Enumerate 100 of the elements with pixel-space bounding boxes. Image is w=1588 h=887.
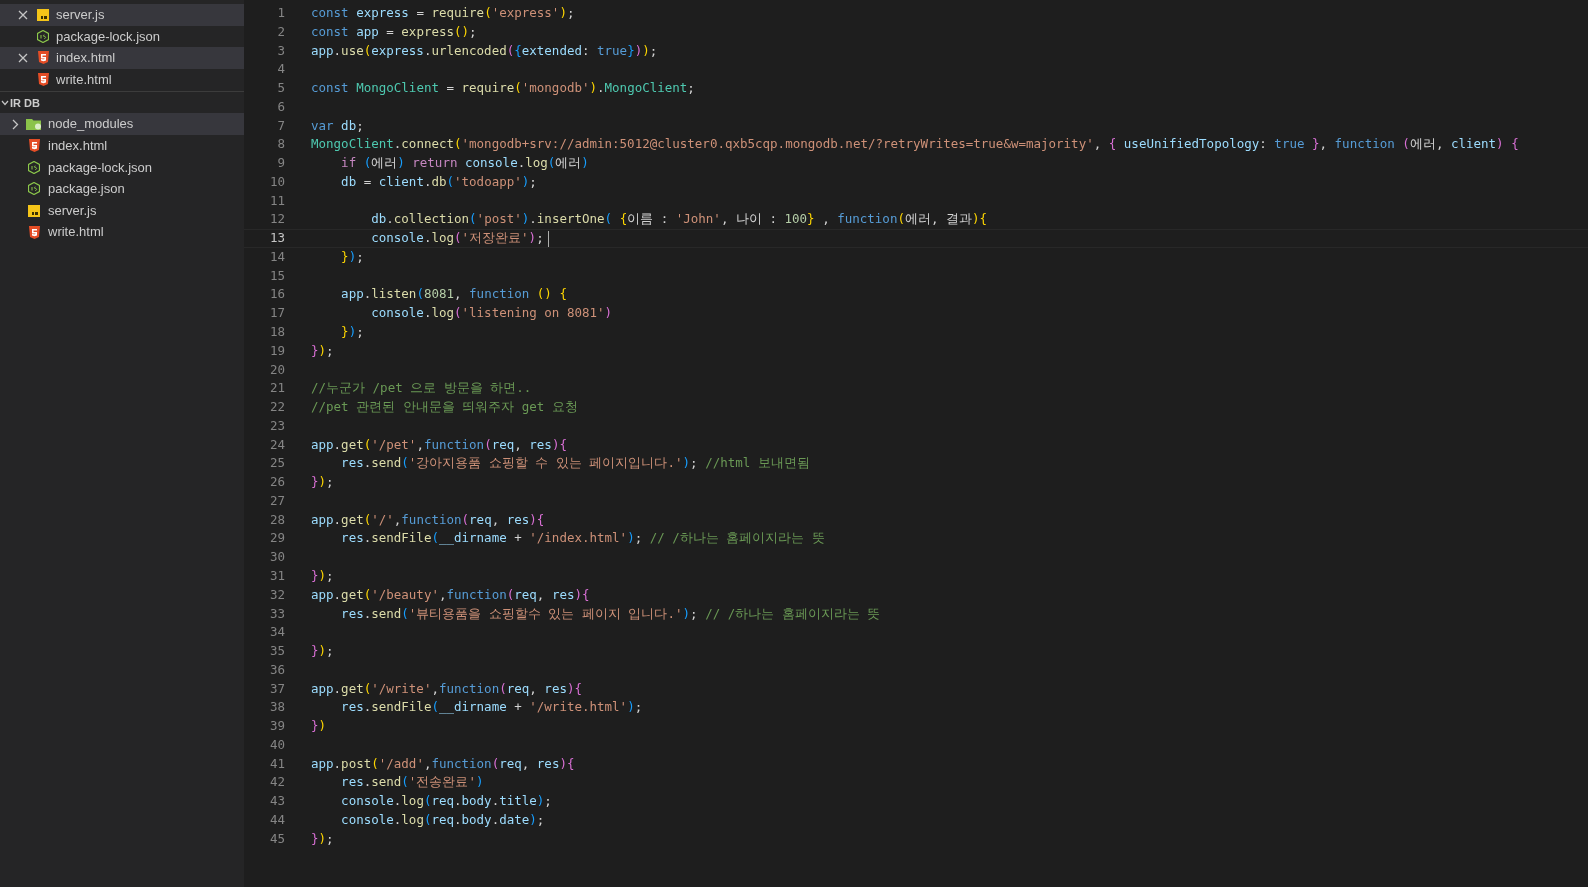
code-line: app.get('/beauty',function(req, res){ <box>311 585 590 604</box>
close-icon[interactable] <box>18 53 28 63</box>
tree-item[interactable]: node_modules <box>0 113 244 135</box>
line-number: 40 <box>268 735 285 754</box>
chevron-down-icon[interactable] <box>1 100 9 107</box>
code-line: res.send('뷰티용품을 쇼핑할수 있는 페이지 입니다.'); // /하나는 홈페이지라는 뜻 <box>340 604 881 623</box>
line-number: 6 <box>276 97 285 116</box>
line-number: 37 <box>268 679 285 698</box>
html-file-icon <box>37 51 49 65</box>
line-number: 1 <box>276 4 285 22</box>
js-file-icon <box>28 204 40 217</box>
line-number: 9 <box>276 154 285 173</box>
tree-item[interactable]: server.js <box>0 199 244 222</box>
line-number: 39 <box>268 717 285 736</box>
code-line: //누군가 /pet 으로 방문을 하면.. <box>311 379 532 398</box>
line-number: 43 <box>268 792 285 811</box>
file-name: package-lock.json <box>48 158 153 177</box>
code-line: db.collection('post').insertOne( {이름 : 'John', 나이 : 100} , function(에러, 결과){ <box>370 210 988 229</box>
line-number: 41 <box>268 754 285 773</box>
code-line: const express = require('express'); <box>311 4 575 22</box>
code-line: }); <box>311 642 334 661</box>
line-number: 27 <box>268 491 285 510</box>
line-number: 32 <box>268 585 285 604</box>
code-line: app.get('/write',function(req, res){ <box>311 679 582 698</box>
line-number: 28 <box>268 510 285 529</box>
line-number: 42 <box>268 773 285 792</box>
line-number: 5 <box>276 79 285 98</box>
line-number: 17 <box>268 304 285 323</box>
code-line: app.get('/pet',function(req, res){ <box>311 435 567 454</box>
code-line: res.sendFile(__dirname + '/index.html'); // /하나는 홈페이지라는 뜻 <box>340 529 825 548</box>
line-number: 10 <box>268 172 285 191</box>
code-line: if (에러) return console.log(에러) <box>340 154 589 173</box>
tree-item[interactable]: index.html <box>0 134 244 157</box>
code-line: app.listen(8081, function () { <box>340 285 567 304</box>
code-line: var db; <box>311 116 364 135</box>
code-line: console.log('저장완료'); <box>370 229 544 248</box>
open-editor-row[interactable]: write.html <box>0 68 244 91</box>
line-number: 30 <box>268 548 285 567</box>
code-line: }); <box>311 341 334 360</box>
tree-item[interactable]: package-lock.json <box>0 156 244 179</box>
folder-title[interactable]: IR DB <box>10 95 40 112</box>
code-line: const app = express(); <box>311 22 477 41</box>
line-number: 18 <box>268 323 285 341</box>
text-cursor <box>547 230 550 247</box>
line-number: 31 <box>268 566 285 585</box>
line-number: 44 <box>268 810 285 829</box>
line-number: 26 <box>268 473 285 492</box>
tree-item[interactable]: write.html <box>0 221 244 243</box>
tree-item[interactable]: package.json <box>0 178 244 200</box>
code-line: res.sendFile(__dirname + '/write.html'); <box>340 698 643 717</box>
line-number: 45 <box>268 829 285 848</box>
chevron-right-icon[interactable] <box>11 118 19 130</box>
code-line: }); <box>340 323 364 341</box>
hexagon-file-icon <box>28 160 40 174</box>
html-file-icon <box>28 139 40 153</box>
code-line: console.log('listening on 8081') <box>370 304 613 323</box>
code-line: }); <box>311 829 334 848</box>
code-line: console.log(req.body.date); <box>340 810 545 829</box>
open-editor-row[interactable]: package-lock.json <box>0 25 244 48</box>
line-number: 35 <box>268 642 285 661</box>
hexagon-file-icon <box>28 182 40 196</box>
open-editor-row[interactable]: server.js <box>0 4 244 26</box>
line-number: 33 <box>268 604 285 623</box>
code-line: console.log(req.body.title); <box>340 792 552 811</box>
close-icon[interactable] <box>18 9 28 20</box>
folder-icon <box>26 118 42 131</box>
line-number: 16 <box>268 285 285 304</box>
line-number: 2 <box>276 22 285 41</box>
code-line: res.send('강아지용품 쇼핑할 수 있는 페이지입니다.'); //html 보내면됨 <box>340 454 810 473</box>
file-name: index.html <box>56 49 116 68</box>
file-name: package.json <box>48 180 125 199</box>
code-line: }); <box>340 247 364 266</box>
line-number: 19 <box>268 341 285 360</box>
code-line: }) <box>311 717 327 736</box>
html-file-icon <box>37 73 49 87</box>
line-number: 21 <box>268 379 285 398</box>
line-number: 25 <box>268 454 285 473</box>
line-number: 23 <box>268 416 285 435</box>
line-number: 12 <box>268 210 285 229</box>
code-line: //pet 관련된 안내문을 띄워주자 get 요청 <box>311 398 578 417</box>
file-name: server.js <box>48 201 97 220</box>
code-line: res.send('전송완료') <box>340 773 484 792</box>
code-line: }); <box>311 566 334 585</box>
line-number: 15 <box>268 266 285 285</box>
code-line: db = client.db('todoapp'); <box>340 172 537 191</box>
file-name: package-lock.json <box>56 27 161 46</box>
line-number: 22 <box>268 398 285 417</box>
code-line: app.use(express.urlencoded({extended: true})); <box>311 41 658 60</box>
file-name: write.html <box>48 223 104 242</box>
line-number: 34 <box>268 623 285 642</box>
line-number: 13 <box>268 229 285 248</box>
code-line: const MongoClient = require('mongodb').MongoClient; <box>311 79 695 98</box>
file-name: index.html <box>48 137 108 155</box>
html-file-icon <box>28 225 40 239</box>
code-line: }); <box>311 473 334 492</box>
hexagon-file-icon <box>37 29 49 43</box>
line-number: 20 <box>268 360 285 379</box>
open-editor-row[interactable]: index.html <box>0 47 244 69</box>
line-number: 29 <box>268 529 285 548</box>
line-number: 8 <box>276 135 285 154</box>
